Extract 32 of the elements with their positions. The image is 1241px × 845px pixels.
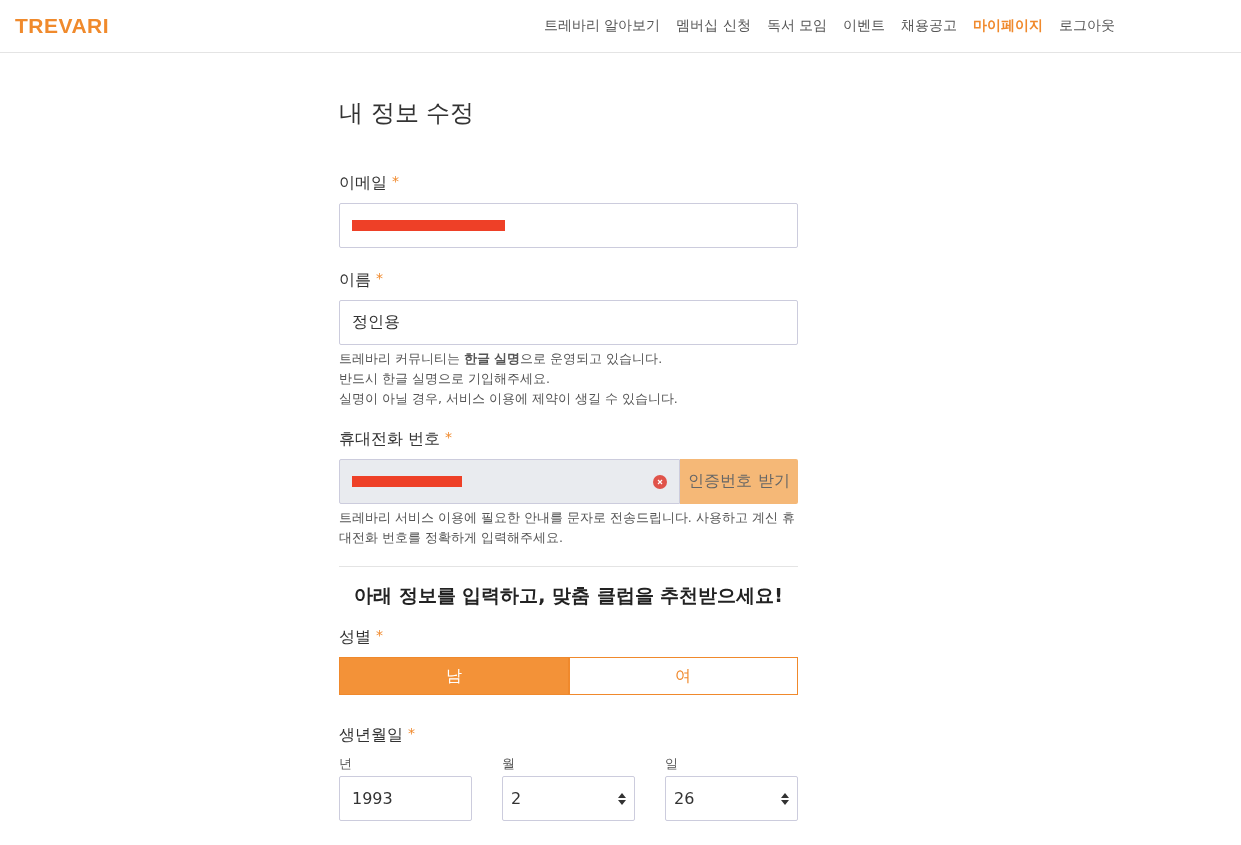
field-label: 월 [502, 755, 516, 773]
nav-link[interactable]: 이벤트 [843, 17, 885, 35]
select-field[interactable]: 2 [502, 776, 635, 821]
spinner-arrows-icon [781, 791, 789, 806]
spinner-arrows-icon [618, 791, 626, 806]
field-label: 년 [339, 755, 353, 773]
required-mark: * [408, 725, 415, 743]
required-mark: * [376, 627, 383, 645]
help-text: 실명이 아닐 경우, 서비스 이용에 제약이 생길 수 있습니다. [339, 390, 679, 408]
field-label: 이름 [339, 270, 371, 291]
name-field[interactable]: 정인용 [339, 300, 798, 345]
field-label: 성별 [339, 627, 371, 648]
nav-link[interactable]: 독서 모임 [766, 17, 827, 35]
nav-link[interactable]: 멤버십 신청 [676, 17, 751, 35]
year-field[interactable]: 1993 [339, 776, 472, 821]
field-label: 생년월일 [339, 725, 403, 746]
nav-link[interactable]: 로그아웃 [1059, 17, 1115, 35]
page-title: 내 정보 수정 [339, 98, 476, 129]
section-heading: 아래 정보를 입력하고, 맞춤 클럽을 추천받으세요! [353, 583, 784, 608]
email-field[interactable] [339, 203, 798, 248]
help-text: 트레바리 서비스 이용에 필요한 안내를 문자로 전송드립니다. 사용하고 계신 휴대전화 번호를 정확하게 입력해주세요. [339, 509, 796, 547]
field-label: 이메일 [339, 173, 387, 194]
nav-link[interactable]: 트레바리 알아보기 [543, 17, 661, 35]
help-text: 트레바리 커뮤니티는 한글 실명으로 운영되고 있습니다. [339, 350, 664, 368]
select-field[interactable]: 26 [665, 776, 798, 821]
field-label: 휴대전화 번호 [339, 429, 441, 450]
required-mark: * [376, 270, 383, 288]
required-mark: * [392, 173, 399, 191]
help-text: 반드시 한글 실명으로 기입해주세요. [339, 370, 551, 388]
field-label: 일 [665, 755, 679, 773]
nav-link[interactable]: 채용공고 [901, 17, 957, 35]
required-mark: * [445, 429, 453, 447]
